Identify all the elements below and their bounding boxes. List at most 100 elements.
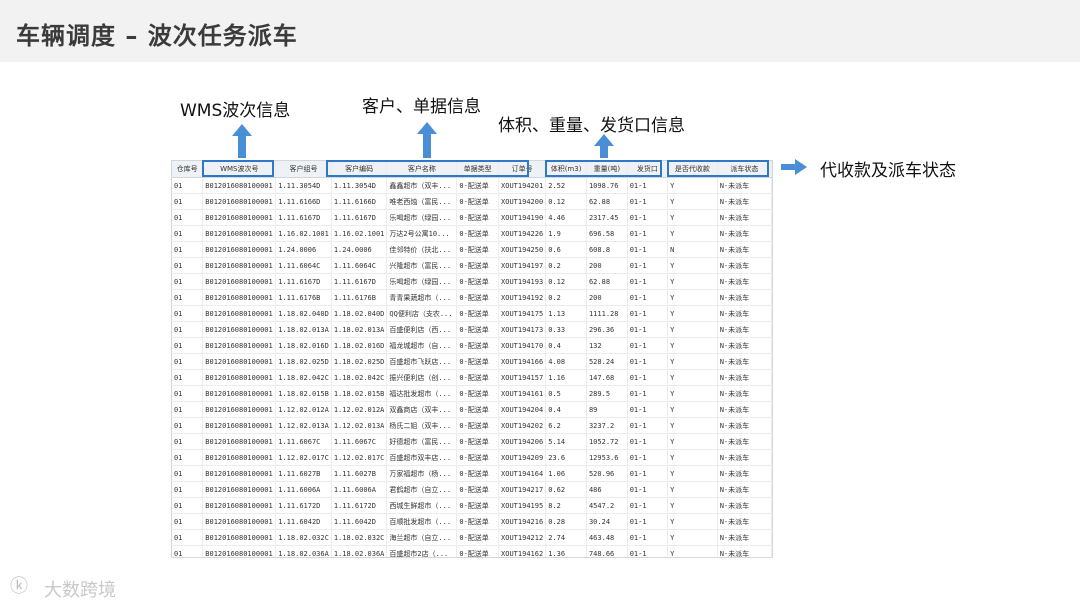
table-row[interactable]: 01 B012016080100001 1.18.02.040D 1.18.02.04… xyxy=(172,305,772,322)
table-cell: 01-1 xyxy=(627,353,669,370)
table-cell: 1.18.02.013A xyxy=(275,321,332,338)
table-row[interactable]: 01 B012016080100001 1.11.6006A 1.11.6006A 君鹤… xyxy=(172,481,772,498)
table-cell: 1.11.3054D xyxy=(331,177,388,194)
table-cell: N-未派车 xyxy=(717,465,772,482)
table-row[interactable]: 01 B012016080100001 1.11.6172D 1.11.6172D 西城… xyxy=(172,497,772,514)
table-cell: 1.11.6176B xyxy=(275,289,332,306)
table-cell: 01 xyxy=(172,481,204,498)
table-cell: XOUT194197 xyxy=(498,257,547,274)
table-cell: 608.8 xyxy=(586,241,628,258)
table-cell: 1052.72 xyxy=(586,433,628,450)
annotation-status: 代收款及派车状态 xyxy=(820,161,956,181)
table-cell: 1.18.02.040D xyxy=(331,305,388,322)
table-cell: XOUT194193 xyxy=(498,273,547,290)
table-row[interactable]: 01 B012016080100001 1.24.0006 1.24.0006 佳邻特价… xyxy=(172,241,772,258)
table-cell: Y xyxy=(667,321,718,338)
table-cell: B012016080100001 xyxy=(202,273,277,290)
table-cell: B012016080100001 xyxy=(202,241,277,258)
table-row[interactable]: 01 B012016080100001 1.11.6064C 1.11.6064C 兴隆… xyxy=(172,257,772,274)
column-header[interactable]: 仓库号 xyxy=(172,161,204,178)
table-cell: 520.96 xyxy=(586,465,628,482)
table-row[interactable]: 01 B012016080100001 1.18.02.015B 1.18.02.01… xyxy=(172,385,772,402)
table-row[interactable]: 01 B012016080100001 1.11.6176B 1.11.6176B 青青… xyxy=(172,289,772,306)
table-row[interactable]: 01 B012016080100001 1.11.6167D 1.11.6167D 乐喝… xyxy=(172,273,772,290)
table-row[interactable]: 01 B012016080100001 1.11.3054D 1.11.3054D 鑫鑫… xyxy=(172,177,772,194)
table-cell: Y xyxy=(667,497,718,514)
table-cell: 01-1 xyxy=(627,385,669,402)
table-cell: 748.66 xyxy=(586,545,628,557)
table-cell: 福达批发超市（... xyxy=(386,385,458,402)
table-cell: XOUT194216 xyxy=(498,513,547,530)
table-cell: 1.11.6167D xyxy=(275,209,332,226)
table-row[interactable]: 01 B012016080100001 1.18.02.016D 1.18.02.01… xyxy=(172,337,772,354)
table-cell: 百盛超市双丰店... xyxy=(386,449,458,466)
table-cell: 万达2号公寓10... xyxy=(386,225,458,242)
table-row[interactable]: 01 B012016080100001 1.18.02.025D 1.18.02.02… xyxy=(172,353,772,370)
table-cell: Y xyxy=(667,401,718,418)
table-cell: 4.46 xyxy=(545,209,587,226)
table-cell: N-未派车 xyxy=(717,305,772,322)
table-row[interactable]: 01 B012016080100001 1.18.02.013A 1.18.02.01… xyxy=(172,321,772,338)
table-cell: N-未派车 xyxy=(717,177,772,194)
column-header[interactable]: 客户组号 xyxy=(275,161,332,178)
table-cell: N-未派车 xyxy=(717,337,772,354)
table-row[interactable]: 01 B012016080100001 1.12.02.017C 1.12.02.01… xyxy=(172,449,772,466)
table-row[interactable]: 01 B012016080100001 1.11.6027B 1.11.6027B 万家… xyxy=(172,465,772,482)
table-cell: Y xyxy=(667,449,718,466)
table-row[interactable]: 01 B012016080100001 1.18.02.042C 1.18.02.04… xyxy=(172,369,772,386)
table-row[interactable]: 01 B012016080100001 1.18.02.036A 1.18.02.03… xyxy=(172,545,772,557)
table-cell: 1.11.6167D xyxy=(331,273,388,290)
table-row[interactable]: 01 B012016080100001 1.11.6166D 1.11.6166D 唯老… xyxy=(172,193,772,210)
table-cell: 0.5 xyxy=(545,385,587,402)
table-cell: 0-配送单 xyxy=(456,257,500,274)
table-cell: 296.36 xyxy=(586,321,628,338)
table-cell: 486 xyxy=(586,481,628,498)
table-cell: 双鑫商店（双丰... xyxy=(386,401,458,418)
table-row[interactable]: 01 B012016080100001 1.12.02.013A 1.12.02.01… xyxy=(172,417,772,434)
table-cell: N xyxy=(667,241,718,258)
logo-name: 大数跨境 xyxy=(44,580,116,601)
table-cell: 1111.28 xyxy=(586,305,628,322)
table-cell: 01-1 xyxy=(627,273,669,290)
table-cell: 0-配送单 xyxy=(456,273,500,290)
table-cell: 0-配送单 xyxy=(456,529,500,546)
table-cell: 1.24.0006 xyxy=(331,241,388,258)
table-cell: N-未派车 xyxy=(717,257,772,274)
highlight-wms-column xyxy=(202,160,274,177)
table-cell: 01-1 xyxy=(627,257,669,274)
table-row[interactable]: 01 B012016080100001 1.12.02.012A 1.12.02.01… xyxy=(172,401,772,418)
arrow-up-icon xyxy=(417,122,437,158)
table-cell: 1.11.6064C xyxy=(331,257,388,274)
table-cell: 1.11.6067C xyxy=(331,433,388,450)
table-cell: XOUT194162 xyxy=(498,545,547,557)
table-cell: 0.2 xyxy=(545,289,587,306)
table-cell: 杨氏二姐（双丰... xyxy=(386,417,458,434)
table-cell: 01-1 xyxy=(627,545,669,557)
table-cell: 0-配送单 xyxy=(456,193,500,210)
table-cell: Y xyxy=(667,193,718,210)
table-cell: Y xyxy=(667,385,718,402)
table-cell: Y xyxy=(667,337,718,354)
table-row[interactable]: 01 B012016080100001 1.11.6042D 1.11.6042D 百顺… xyxy=(172,513,772,530)
table-cell: 1.11.6042D xyxy=(331,513,388,530)
table-row[interactable]: 01 B012016080100001 1.16.02.1001 1.16.02.10… xyxy=(172,225,772,242)
table-cell: 01 xyxy=(172,417,204,434)
table-cell: 463.48 xyxy=(586,529,628,546)
table-cell: 1.11.6006A xyxy=(331,481,388,498)
table-cell: 0-配送单 xyxy=(456,337,500,354)
table-cell: N-未派车 xyxy=(717,481,772,498)
table-cell: 1.12.02.012A xyxy=(275,401,332,418)
table-cell: B012016080100001 xyxy=(202,193,277,210)
table-row[interactable]: 01 B012016080100001 1.18.02.032C 1.18.02.03… xyxy=(172,529,772,546)
table-cell: 西城生鲜超市（... xyxy=(386,497,458,514)
table-cell: 1.18.02.025D xyxy=(331,353,388,370)
table-cell: 0-配送单 xyxy=(456,305,500,322)
table-cell: 2317.45 xyxy=(586,209,628,226)
table-cell: 01-1 xyxy=(627,193,669,210)
table-cell: 乐喝超市（绿园... xyxy=(386,273,458,290)
table-cell: 1.18.02.036A xyxy=(275,545,332,557)
table-row[interactable]: 01 B012016080100001 1.11.6067C 1.11.6067C 好德… xyxy=(172,433,772,450)
table-row[interactable]: 01 B012016080100001 1.11.6167D 1.11.6167D 乐喝… xyxy=(172,209,772,226)
table-cell: 4.08 xyxy=(545,353,587,370)
table-cell: XOUT194157 xyxy=(498,369,547,386)
